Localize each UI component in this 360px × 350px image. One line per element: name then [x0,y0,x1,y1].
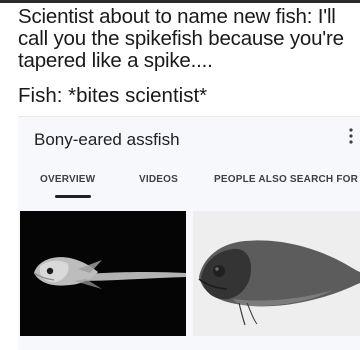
fish-photo-light-background[interactable] [193,211,360,336]
top-divider [0,0,360,3]
fish-reply-text: Fish: *bites scientist* [18,84,208,107]
caption-line-1: Scientist about to name new fish: I'll [18,5,336,28]
more-vert-icon[interactable] [348,127,354,145]
meme: Scientist about to name new fish: I'll c… [0,0,360,350]
active-tab-indicator [55,195,91,198]
image-strip [18,211,360,350]
knowledge-card: Bony-eared assfish OVERVIEW VIDEOS PEOPL… [18,116,360,350]
card-title: Bony-eared assfish [34,130,180,149]
caption-line-2: call you the spikefish because you're [18,27,344,50]
fish-photo-dark-background[interactable] [20,211,186,336]
caption-text: Scientist about to name new fish: I'll c… [18,6,354,72]
tab-bar: OVERVIEW VIDEOS PEOPLE ALSO SEARCH FOR [18,169,360,203]
tab-videos[interactable]: VIDEOS [139,174,178,185]
caption-line-3: tapered like a spike.... [18,49,213,72]
tab-overview[interactable]: OVERVIEW [40,174,95,185]
tab-people-also-search-for[interactable]: PEOPLE ALSO SEARCH FOR [214,174,358,185]
